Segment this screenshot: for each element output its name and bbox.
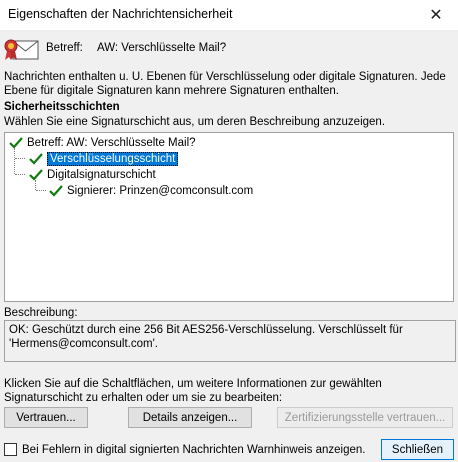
description-text: OK: Geschützt durch eine 256 Bit AES256-… (4, 320, 456, 362)
warning-checkbox[interactable] (4, 443, 17, 456)
layers-heading: Sicherheitsschichten (4, 101, 120, 113)
trust-button[interactable]: Vertrauen... (4, 407, 88, 428)
warning-checkbox-label: Bei Fehlern in digital signierten Nachri… (22, 443, 366, 456)
description-label: Beschreibung: (4, 307, 78, 319)
window-title: Eigenschaften der Nachrichtensicherheit (8, 7, 233, 21)
tree-item-signature-layer-label: Digitalsignaturschicht (47, 169, 156, 181)
details-button[interactable]: Details anzeigen... (128, 407, 252, 428)
tree-item-encryption-label: Verschlüsselungsschicht (47, 152, 179, 166)
close-dialog-button[interactable]: Schließen (381, 439, 454, 460)
tree-connector (36, 190, 46, 191)
checkmark-icon (29, 169, 43, 181)
layers-instruction: Wählen Sie eine Signaturschicht aus, um … (4, 116, 386, 128)
subject-label: Betreff: (46, 42, 83, 54)
tree-item-root[interactable]: Betreff: AW: Verschlüsselte Mail? (9, 135, 196, 151)
buttons-hint: Klicken Sie auf die Schaltflächen, um we… (4, 378, 382, 404)
tree-item-signer-label: Signierer: Prinzen@comconsult.com (67, 185, 254, 197)
tree-connector (14, 148, 15, 174)
tree-connector (15, 158, 25, 159)
warning-checkbox-row[interactable]: Bei Fehlern in digital signierten Nachri… (4, 443, 365, 456)
subject-value: AW: Verschlüsselte Mail? (97, 42, 227, 54)
tree-item-signer[interactable]: Signierer: Prinzen@comconsult.com (49, 183, 253, 199)
intro-text: Nachrichten enthalten u. U. Ebenen für V… (4, 71, 446, 97)
close-icon: ✕ (429, 7, 443, 24)
checkmark-icon (9, 137, 23, 149)
title-bar: Eigenschaften der Nachrichtensicherheit … (0, 0, 458, 30)
tree-connector (15, 174, 25, 175)
close-button[interactable]: ✕ (414, 0, 458, 30)
tree-item-encryption[interactable]: Verschlüsselungsschicht (29, 151, 179, 167)
ca-trust-button[interactable]: Zertifizierungsstelle vertrauen... (277, 407, 453, 428)
tree-item-root-label: Betreff: AW: Verschlüsselte Mail? (27, 137, 196, 149)
checkmark-icon (49, 185, 63, 197)
tree-item-signature-layer[interactable]: Digitalsignaturschicht (29, 167, 156, 183)
certificate-envelope-icon (4, 39, 39, 60)
security-layers-tree[interactable]: Betreff: AW: Verschlüsselte Mail? Versch… (4, 132, 454, 302)
checkmark-icon (29, 153, 43, 165)
